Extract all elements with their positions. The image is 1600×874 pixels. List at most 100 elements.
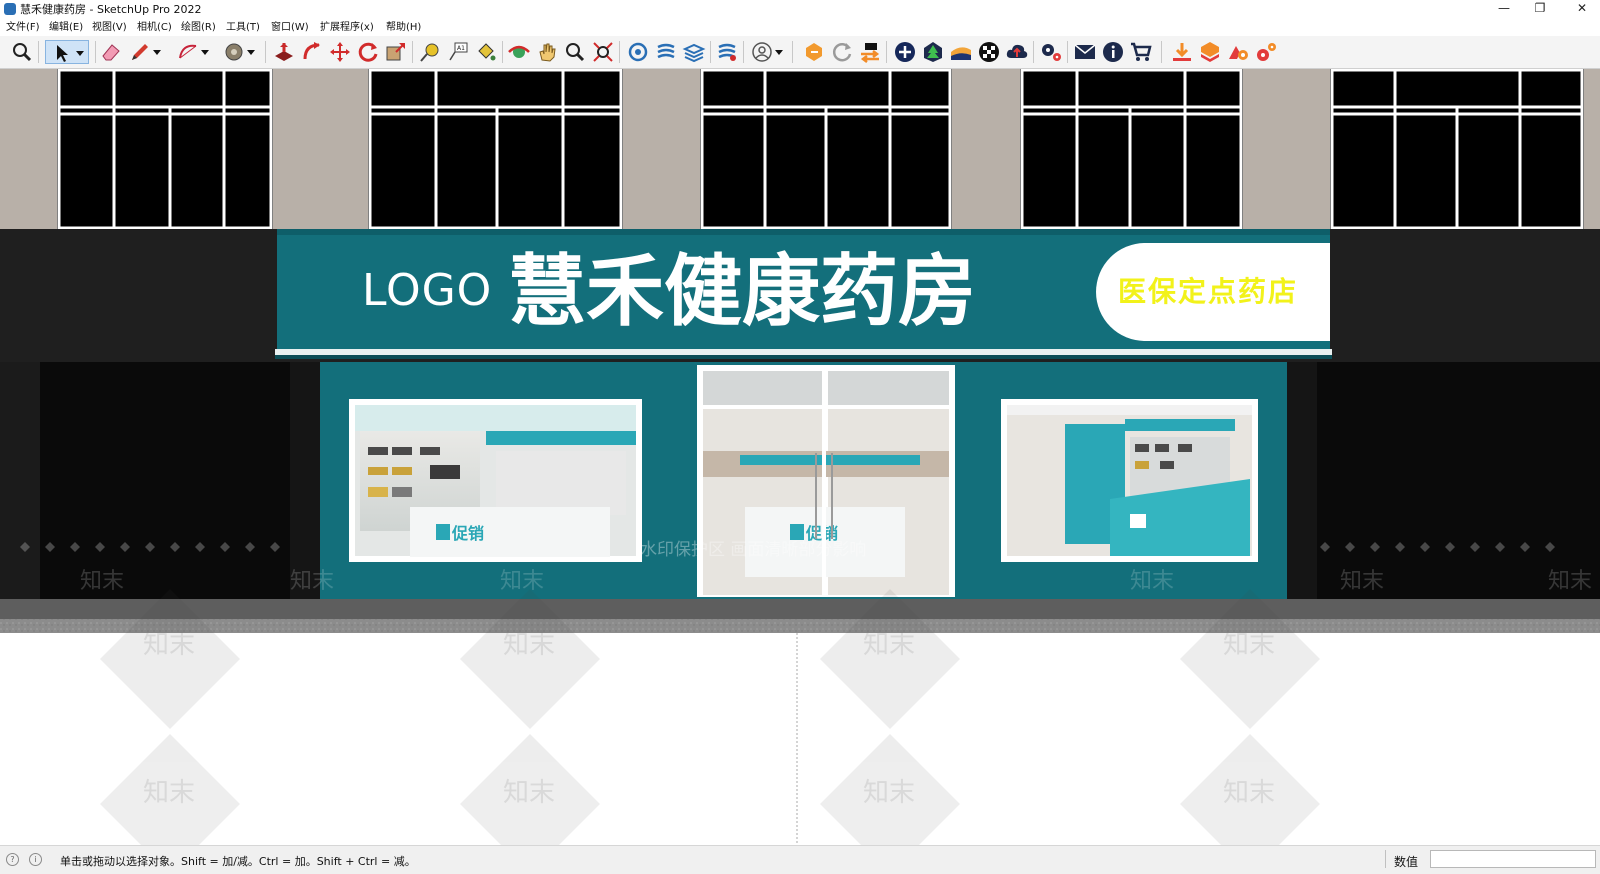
eraser-icon[interactable] (99, 40, 123, 64)
sign-badge-text: 医保定点药店 (1118, 275, 1299, 308)
paint-bucket-icon[interactable] (474, 40, 498, 64)
sign-logo-text: LOGO (362, 265, 493, 316)
watermark-text: 知末 (863, 630, 916, 660)
watermark-text: 知末 (1130, 569, 1175, 594)
info-status-icon[interactable]: i (29, 853, 42, 866)
title-bar: 慧禾健康药房 - SketchUp Pro 2022 — ❐ ✕ (0, 0, 1600, 19)
select-arrow-icon[interactable] (45, 40, 89, 64)
toolbar-separator (95, 41, 96, 63)
toolbar-separator (502, 41, 503, 63)
mail-icon[interactable] (1073, 40, 1097, 64)
menu-edit[interactable]: 编辑(E) (49, 20, 83, 35)
model-viewport[interactable]: 促销 促销 (0, 69, 1600, 845)
scale-icon[interactable] (384, 40, 408, 64)
push-pull-icon[interactable] (272, 40, 296, 64)
move-icon[interactable] (328, 40, 352, 64)
curb (0, 599, 1600, 619)
sign-store-name: 慧禾健康药房 (508, 247, 977, 337)
storefront-scene: 促销 促销 (0, 69, 1600, 845)
terrain-icon[interactable] (949, 40, 973, 64)
menu-draw[interactable]: 绘图(R) (181, 20, 216, 35)
zoom-icon[interactable] (563, 40, 587, 64)
maximize-button[interactable]: ❐ (1524, 0, 1556, 19)
sketchup-app-icon (4, 3, 16, 15)
minimize-button[interactable]: — (1488, 0, 1520, 19)
toolbar-separator (1033, 41, 1034, 63)
zoom-extents-icon[interactable] (591, 40, 615, 64)
orbit-icon[interactable] (507, 40, 531, 64)
toolbar-separator (710, 41, 711, 63)
toolbar-separator (265, 41, 266, 63)
menu-window[interactable]: 窗口(W) (271, 20, 309, 35)
watermark-text: 知末 (503, 778, 556, 808)
render-settings-icon[interactable] (1254, 40, 1278, 64)
search-icon[interactable] (10, 40, 34, 64)
follow-me-icon[interactable] (300, 40, 324, 64)
close-button[interactable]: ✕ (1566, 0, 1598, 19)
toolbar-separator (38, 41, 39, 63)
toolbar-separator (792, 41, 793, 63)
extension-warehouse-icon[interactable] (654, 40, 678, 64)
sync-icon[interactable] (802, 40, 826, 64)
cloud-upload-icon[interactable] (1005, 40, 1029, 64)
download-icon[interactable] (1170, 40, 1194, 64)
toolbar-separator (412, 41, 413, 63)
toolbar-separator (619, 41, 620, 63)
menu-extensions[interactable]: 扩展程序(x) (320, 20, 374, 35)
menu-camera[interactable]: 相机(C) (137, 20, 172, 35)
watermark-text: 知末 (143, 630, 196, 660)
watermark-text: 知末 (1340, 569, 1385, 594)
info-icon[interactable] (1101, 40, 1125, 64)
cart-icon[interactable] (1129, 40, 1153, 64)
menu-bar: 文件(F) 编辑(E) 视图(V) 相机(C) 绘图(R) 工具(T) 窗口(W… (0, 19, 1600, 36)
watermark-text: 知末 (1223, 630, 1276, 660)
warehouse-icon[interactable] (626, 40, 650, 64)
refresh-icon[interactable] (830, 40, 854, 64)
toolbar-separator (1067, 41, 1068, 63)
promo-sign-left: 促销 (451, 524, 484, 543)
checker-icon[interactable] (977, 40, 1001, 64)
menu-view[interactable]: 视图(V) (92, 20, 127, 35)
watermark-strip-text: 水印保护区 画面清晰部分影响 (640, 540, 867, 560)
watermark-text: 知末 (1223, 778, 1276, 808)
render-icon[interactable] (1226, 40, 1250, 64)
menu-help[interactable]: 帮助(H) (386, 20, 421, 35)
export-icon[interactable] (1198, 40, 1222, 64)
pencil-line-icon[interactable] (128, 40, 161, 64)
pan-icon[interactable] (535, 40, 559, 64)
watermark-text: 知末 (863, 778, 916, 808)
watermark-text: 知末 (290, 569, 335, 594)
account-icon[interactable] (750, 40, 783, 64)
watermark-text: 知末 (500, 569, 545, 594)
window-title: 慧禾健康药房 - SketchUp Pro 2022 (20, 3, 202, 16)
extension-manager-icon[interactable] (715, 40, 739, 64)
sidewalk (0, 619, 1600, 633)
shape-circle-icon[interactable] (222, 40, 255, 64)
geo-location-icon[interactable]: ? (6, 853, 19, 866)
tree-icon[interactable] (921, 40, 945, 64)
toolbar-separator (1161, 41, 1162, 63)
toolbar: A1 (0, 36, 1600, 69)
watermark-text: 知末 (503, 630, 556, 660)
add-location-icon[interactable] (893, 40, 917, 64)
svg-text:A1: A1 (457, 45, 465, 52)
status-separator (1385, 850, 1386, 868)
watermark-text: 知末 (80, 569, 125, 594)
settings-gears-icon[interactable] (1039, 40, 1063, 64)
text-label-icon[interactable]: A1 (446, 40, 470, 64)
watermark-text: 知末 (143, 778, 196, 808)
menu-file[interactable]: 文件(F) (6, 20, 40, 35)
tape-measure-icon[interactable] (418, 40, 442, 64)
measurements-label: 数值 (1394, 855, 1419, 869)
arc-icon[interactable] (176, 40, 209, 64)
toolbar-separator (743, 41, 744, 63)
status-bar: ? i 单击或拖动以选择对象。Shift = 加/减。Ctrl = 加。Shif… (0, 845, 1600, 874)
menu-tools[interactable]: 工具(T) (226, 20, 260, 35)
measurements-input[interactable] (1430, 850, 1596, 868)
layout-icon[interactable] (682, 40, 706, 64)
rotate-icon[interactable] (356, 40, 380, 64)
transfer-icon[interactable] (858, 40, 882, 64)
status-message: 单击或拖动以选择对象。Shift = 加/减。Ctrl = 加。Shift + … (60, 855, 416, 868)
watermark-text: 知末 (1548, 569, 1593, 594)
ground-floor-left (0, 362, 320, 599)
